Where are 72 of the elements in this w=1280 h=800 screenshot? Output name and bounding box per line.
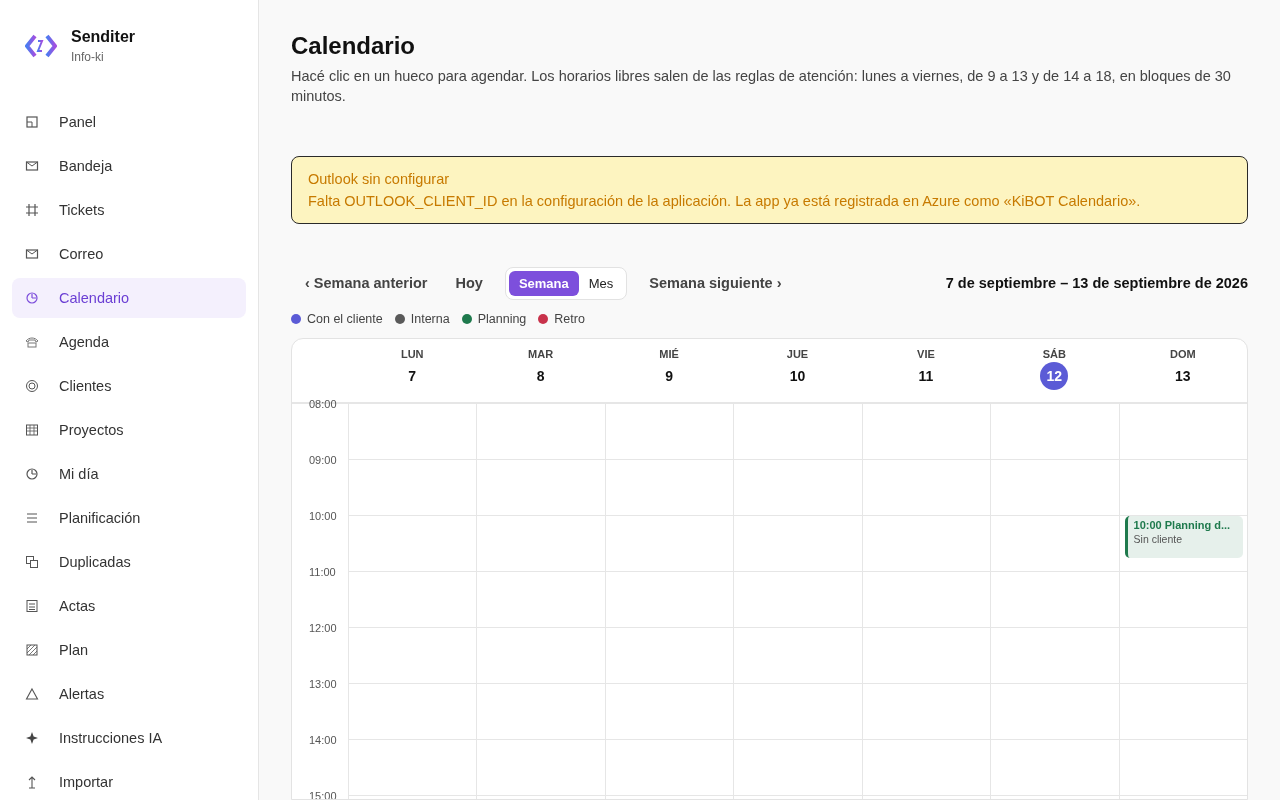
sidebar-item[interactable]: Mi día bbox=[12, 454, 246, 494]
sidebar-item[interactable]: Bandeja bbox=[12, 146, 246, 186]
sidebar-item[interactable]: Correo bbox=[12, 234, 246, 274]
list-icon bbox=[25, 511, 39, 525]
event-client: Sin cliente bbox=[1133, 533, 1183, 545]
grid-icon bbox=[25, 423, 39, 437]
clock-icon bbox=[25, 291, 39, 305]
date-number: 11 bbox=[917, 367, 935, 386]
square-icon bbox=[25, 115, 39, 129]
legend-label: Con el cliente bbox=[307, 312, 383, 326]
date-number: 7 bbox=[407, 367, 418, 386]
today-button[interactable]: Hoy bbox=[441, 269, 497, 297]
sidebar-item[interactable]: Agenda bbox=[12, 322, 246, 362]
weekday-label: DOM bbox=[1169, 348, 1196, 360]
hour-label: 09:00 bbox=[308, 454, 338, 468]
document-icon bbox=[25, 599, 39, 613]
telephone-icon bbox=[25, 335, 39, 349]
calendar-event[interactable]: 10:00 Planning d... Sin cliente bbox=[1124, 516, 1243, 558]
view-tab[interactable]: Semana bbox=[508, 270, 579, 296]
hour-label: 08:00 bbox=[308, 398, 338, 412]
warning-icon bbox=[25, 687, 39, 701]
sidebar-item[interactable]: Clientes bbox=[12, 366, 246, 406]
copy-icon bbox=[25, 555, 39, 569]
next-week-button[interactable]: Semana siguiente › bbox=[635, 269, 796, 297]
date-number: 8 bbox=[535, 367, 546, 386]
date-number: 9 bbox=[664, 367, 674, 386]
hour-label: 10:00 bbox=[308, 510, 338, 524]
sparkle-icon bbox=[25, 731, 39, 745]
logo-icon bbox=[25, 33, 57, 59]
clock-icon bbox=[25, 467, 39, 481]
sidebar-item[interactable]: Tickets bbox=[12, 190, 246, 230]
sidebar-item[interactable]: Actas bbox=[12, 586, 246, 626]
legend-label: Planning bbox=[477, 312, 527, 326]
date-number: 10 bbox=[788, 367, 807, 386]
envelope-icon bbox=[25, 159, 39, 173]
sidebar-item[interactable]: Calendario bbox=[12, 278, 246, 318]
sidebar-item[interactable]: Panel bbox=[12, 102, 246, 142]
weekday-label: VIE bbox=[917, 348, 935, 360]
today-date-badge: 12 bbox=[1040, 362, 1069, 390]
envelope-icon bbox=[25, 247, 39, 261]
weekday-label: SÁB bbox=[1042, 348, 1066, 360]
legend-label: Retro bbox=[554, 312, 585, 326]
sidebar-item[interactable]: Importar bbox=[12, 762, 246, 800]
target-icon bbox=[25, 379, 39, 393]
brand-name: Senditer bbox=[71, 28, 135, 46]
sidebar-item[interactable]: Duplicadas bbox=[12, 542, 246, 582]
previous-week-button[interactable]: ‹ Semana anterior bbox=[291, 269, 442, 297]
sidebar-item[interactable]: Planificación bbox=[12, 498, 246, 538]
sidebar-item[interactable]: Instrucciones IA bbox=[12, 718, 246, 758]
page-title: Calendario bbox=[291, 32, 417, 60]
sidebar-item[interactable]: Proyectos bbox=[12, 410, 246, 450]
hour-label: 14:00 bbox=[308, 734, 338, 748]
legend-label: Interna bbox=[410, 312, 450, 326]
weekday-label: JUE bbox=[786, 348, 809, 360]
page-description: Hacé clic en un hueco para agendar. Los horarios libres salen de las reglas de atención: lunes a viernes, de 9 a 13 y de 14 a 18, en bloques de 30 minutos. bbox=[291, 67, 1232, 106]
hour-label: 13:00 bbox=[308, 678, 338, 692]
sidebar-item[interactable]: Alertas bbox=[12, 674, 246, 714]
view-tab[interactable]: Mes bbox=[578, 270, 624, 296]
warning-message: Falta OUTLOOK_CLIENT_ID en la configuración de la aplicación. La app ya está registrada en Azure como «KiBOT Calendario». bbox=[308, 193, 1142, 209]
event-title: 10:00 Planning d... bbox=[1133, 519, 1232, 531]
hatched-square-icon bbox=[25, 643, 39, 657]
brand-subtitle: Info-ki bbox=[71, 50, 105, 64]
weekday-label: MIÉ bbox=[659, 348, 679, 360]
date-number: 13 bbox=[1174, 367, 1192, 386]
sidebar-item[interactable]: Plan bbox=[12, 630, 246, 670]
hour-label: 11:00 bbox=[308, 566, 337, 580]
hour-label: 12:00 bbox=[308, 622, 338, 636]
weekday-label: MAR bbox=[528, 348, 554, 360]
date-range: 7 de septiembre – 13 de septiembre de 2026 bbox=[945, 275, 1248, 291]
warning-title: Outlook sin configurar bbox=[308, 171, 451, 187]
weekday-label: LUN bbox=[400, 348, 424, 360]
hash-icon bbox=[25, 203, 39, 217]
